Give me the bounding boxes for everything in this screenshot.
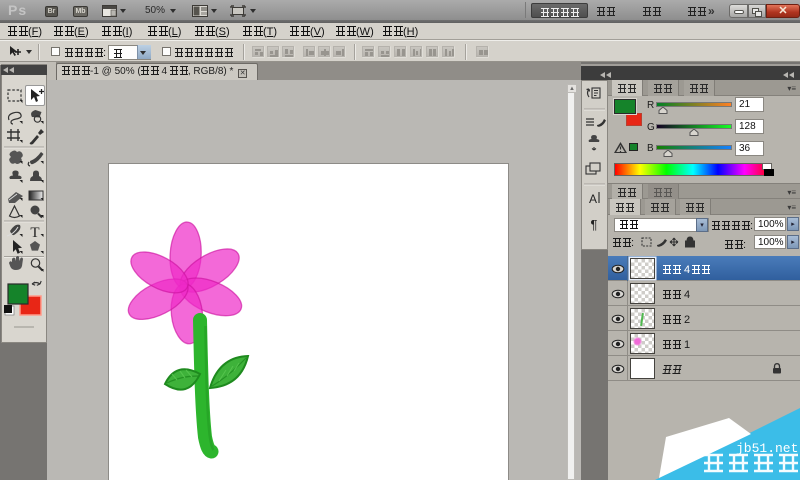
svg-text:jb51.net: jb51.net <box>736 441 798 456</box>
svg-text:T: T <box>30 225 39 241</box>
svg-text:A: A <box>589 192 597 206</box>
svg-text:¶: ¶ <box>591 217 598 232</box>
